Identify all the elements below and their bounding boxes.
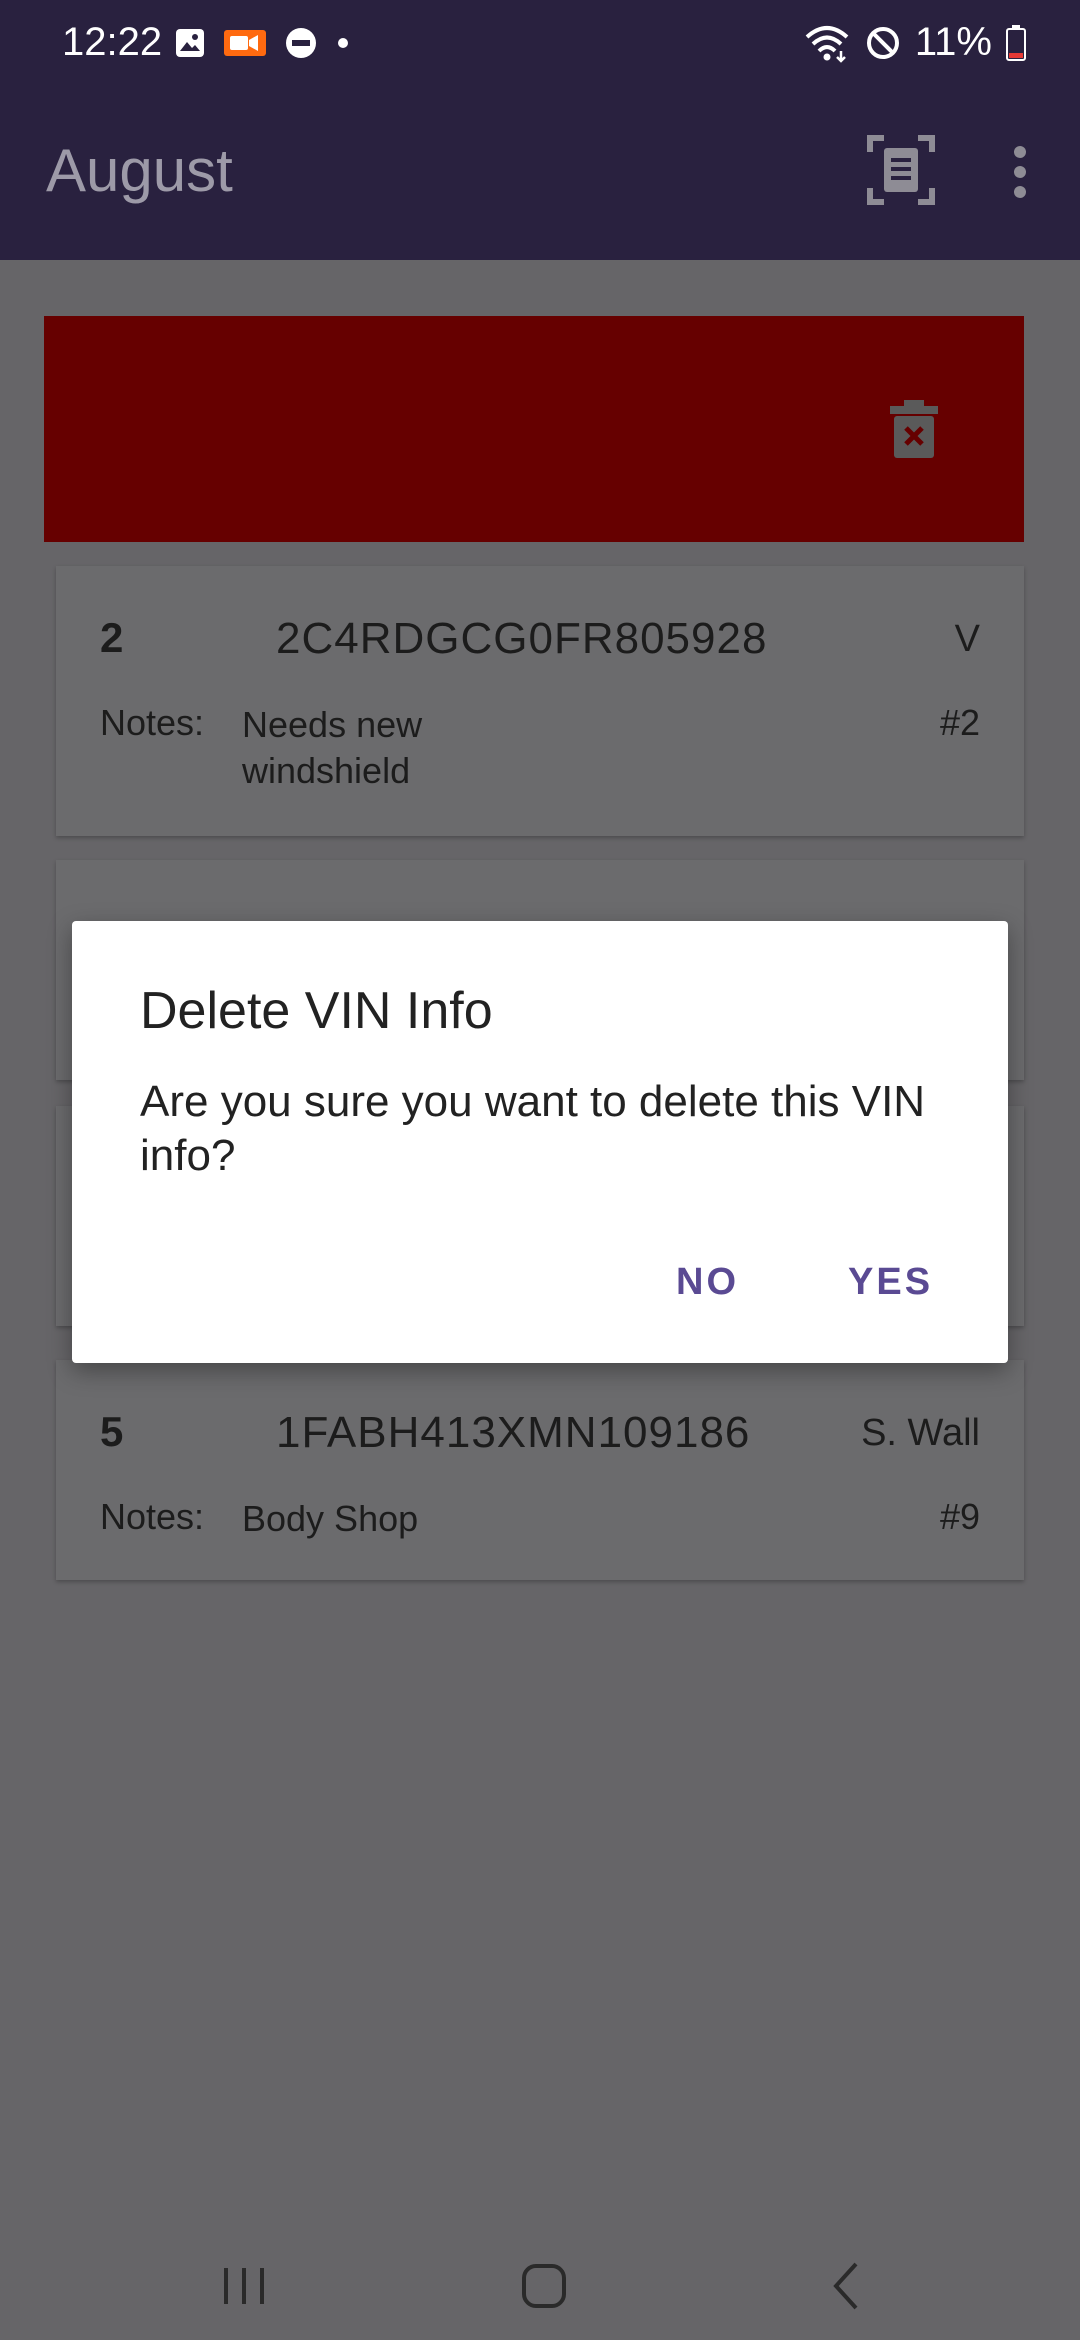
card-notes-label: Notes: — [100, 702, 205, 743]
card-number: 2 — [100, 614, 124, 661]
app-bar: August — [0, 86, 1080, 260]
overflow-menu-icon[interactable] — [1000, 142, 1040, 202]
status-time: 12:22 — [62, 20, 163, 64]
notification-dot-icon — [338, 38, 348, 48]
document-scanner-icon[interactable] — [866, 134, 936, 206]
screen-recorder-icon — [224, 30, 266, 56]
card-notes-label: Notes: — [100, 1496, 205, 1537]
swipe-delete-background — [44, 316, 1024, 542]
card-notes: Needs new windshield — [242, 704, 423, 791]
dialog-message: Are you sure you want to delete this VIN… — [140, 1077, 926, 1180]
status-bar: 12:22 11% — [0, 0, 1080, 86]
recent-apps-icon[interactable] — [204, 2254, 284, 2318]
blocked-icon — [866, 26, 899, 59]
home-icon[interactable] — [504, 2254, 584, 2318]
card-notes: Body Shop — [242, 1498, 419, 1539]
navigation-bar — [0, 2226, 1080, 2340]
card-vin: 1FABH413XMN109186 — [276, 1408, 751, 1457]
dialog-title: Delete VIN Info — [140, 982, 493, 1040]
battery-icon — [1006, 24, 1026, 61]
card-tag: #2 — [939, 702, 980, 743]
battery-percentage: 11% — [914, 20, 992, 64]
wifi-icon — [805, 25, 849, 63]
card-number: 5 — [100, 1408, 124, 1455]
yes-button[interactable]: YES — [848, 1261, 933, 1304]
page-title: August — [46, 137, 233, 204]
card-assignee: S. Wall — [861, 1412, 980, 1454]
card-tag: #9 — [939, 1496, 980, 1537]
vin-card[interactable]: 2 2C4RDGCG0FR805928 V Notes: Needs new w… — [56, 566, 1024, 836]
card-vin: 2C4RDGCG0FR805928 — [276, 614, 768, 663]
vin-card[interactable]: 5 1FABH413XMN109186 S. Wall Notes: Body … — [56, 1360, 1024, 1580]
card-assignee: V — [954, 618, 980, 660]
delete-dialog: Delete VIN Info Are you sure you want to… — [72, 921, 1008, 1363]
no-button[interactable]: NO — [676, 1261, 739, 1304]
back-icon[interactable] — [808, 2254, 888, 2318]
gallery-icon — [176, 29, 204, 57]
do-not-disturb-icon — [286, 28, 316, 58]
delete-icon — [890, 400, 938, 458]
